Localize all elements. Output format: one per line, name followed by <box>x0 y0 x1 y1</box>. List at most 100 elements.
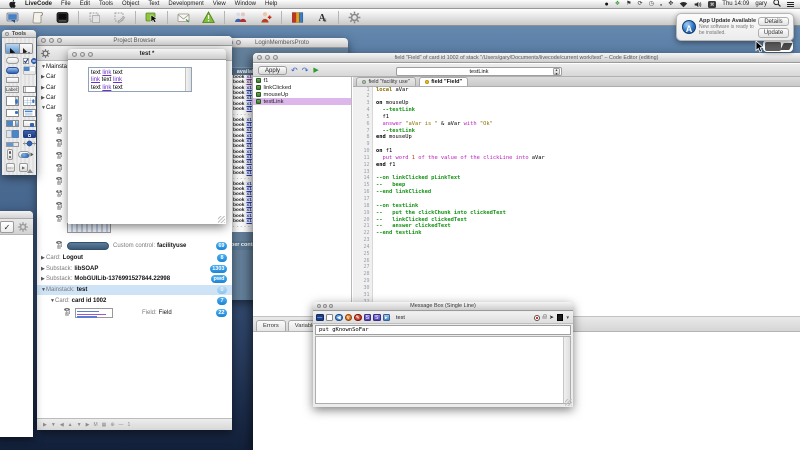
tab-panel-tool[interactable] <box>23 66 36 75</box>
edit-script-icon[interactable]: ✎ <box>354 314 362 322</box>
combo-box-tool[interactable] <box>23 120 36 127</box>
sync-green-icon[interactable]: ❖ <box>615 0 620 9</box>
details-button[interactable]: Details <box>758 17 789 27</box>
dictionary-icon[interactable] <box>291 11 304 24</box>
control-row-icons[interactable] <box>55 177 63 185</box>
menu-item-livecode[interactable]: LiveCode <box>25 1 52 7</box>
fonts-icon[interactable]: Aa <box>316 11 329 24</box>
field-scrollbar[interactable] <box>185 68 191 91</box>
text-link[interactable]: link <box>91 77 100 83</box>
code-line[interactable]: 16--end linkClicked <box>353 189 800 196</box>
label-tool[interactable]: Label: <box>5 86 19 93</box>
code-line[interactable]: 18--on testLink <box>353 203 800 210</box>
notification-banner[interactable]: App Update Available New software is rea… <box>676 13 794 41</box>
project-browser-statusbar[interactable]: ▶▼◀▲▼▶M▦⊕—1 <box>37 418 232 430</box>
control-row-icons[interactable] <box>55 202 63 210</box>
scrollbar-tool[interactable] <box>18 150 36 159</box>
code-line[interactable]: 4 --testLink <box>353 107 800 114</box>
stack-name-label[interactable]: test <box>396 315 405 321</box>
notification-center-icon[interactable] <box>787 2 794 7</box>
stack-files-icon[interactable]: ▸ <box>383 314 391 322</box>
palette-resize-icon[interactable] <box>27 169 33 173</box>
search-icon[interactable] <box>773 0 781 9</box>
time-machine-icon[interactable]: ◷ <box>649 0 654 9</box>
message-box-titlebar[interactable]: Message Box (Single Line) <box>313 302 573 311</box>
code-line[interactable]: 5 f1 <box>353 114 800 121</box>
lock-icon[interactable] <box>57 143 62 147</box>
tree-row-libsoap[interactable]: ▶ Substack:libSOAP 1303 <box>37 264 232 275</box>
statusbar-icon[interactable]: ▦ <box>102 422 107 428</box>
text-link[interactable]: link <box>102 85 111 91</box>
radio-tool[interactable] <box>31 58 37 64</box>
message-box-icon[interactable] <box>56 11 69 24</box>
dark-button-tool[interactable] <box>23 130 36 138</box>
text-link[interactable]: link <box>113 77 122 83</box>
code-line[interactable]: 30 <box>353 285 800 292</box>
lock-icon[interactable] <box>57 156 62 160</box>
multi-line-icon[interactable] <box>326 314 334 322</box>
front-script-icon[interactable]: S <box>364 314 372 322</box>
field-text[interactable]: text link textlink text linktext link te… <box>89 68 185 91</box>
minimize-button[interactable] <box>265 55 270 60</box>
lock-icon[interactable] <box>57 118 62 122</box>
gear-icon[interactable] <box>41 49 50 58</box>
field-tool[interactable] <box>6 96 19 106</box>
lock-icon[interactable] <box>57 181 62 185</box>
code-line[interactable]: 17 <box>353 196 800 203</box>
zoom-button[interactable] <box>329 304 333 308</box>
apple-icon[interactable] <box>9 0 16 8</box>
tutorials-icon[interactable] <box>259 11 272 24</box>
test-window-titlebar[interactable]: test * <box>68 49 226 60</box>
zoom-button[interactable] <box>57 38 62 43</box>
control-row-icons[interactable] <box>55 114 63 122</box>
progress-bar-tool[interactable] <box>6 142 19 147</box>
tree-row-logout[interactable]: ▶ Card:Logout 8 <box>37 253 232 264</box>
graphic-tool-1[interactable]: ▭○ <box>6 163 15 172</box>
pb-window-controls[interactable] <box>41 38 62 43</box>
control-row-icons[interactable] <box>55 127 63 135</box>
resize-grip[interactable] <box>565 399 572 406</box>
menu-item-view[interactable]: View <box>213 1 226 7</box>
gear-icon[interactable] <box>16 221 30 233</box>
lock-icon[interactable] <box>65 312 70 316</box>
statusbar-icon[interactable]: — <box>119 422 124 428</box>
close-button[interactable] <box>5 32 9 36</box>
code-line[interactable]: 21-- answer clickedText <box>353 223 800 230</box>
menu-item-development[interactable]: Development <box>168 1 203 7</box>
list-field-tool[interactable] <box>23 109 36 117</box>
script-tab[interactable]: field "facility use" <box>356 77 416 86</box>
tree-row-mobguilib-1376991527844-22998[interactable]: ▶ Substack:MobGUILib-1376991527844.22998… <box>37 274 232 285</box>
code-line[interactable]: 24 <box>353 244 800 251</box>
back-script-icon[interactable]: S <box>373 314 381 322</box>
control-row-icons[interactable] <box>55 152 63 160</box>
statusbar-icon[interactable]: ⊕ <box>110 422 114 428</box>
project-browser-titlebar[interactable]: Project Browser <box>37 36 232 46</box>
lock-icon[interactable] <box>57 245 62 249</box>
lock-icon[interactable] <box>57 131 62 135</box>
wifi-icon[interactable] <box>679 1 688 8</box>
menu-item-help[interactable]: Help <box>265 1 277 7</box>
chevron-down-icon[interactable]: ▼ <box>566 315 570 320</box>
statusbar-icon[interactable]: M <box>93 422 97 428</box>
sample-stacks-icon[interactable] <box>234 11 247 24</box>
control-row-icons[interactable] <box>55 215 63 223</box>
mb-window-controls[interactable] <box>317 304 333 308</box>
stepper-icon[interactable]: ▲▼ <box>553 68 560 75</box>
code-line[interactable]: 15-- beep <box>353 182 800 189</box>
universal-access-icon[interactable]: ✥ <box>668 0 673 9</box>
statusbar-icon[interactable]: ▲ <box>68 422 73 428</box>
stepper-tool[interactable] <box>7 149 13 160</box>
paste-icon[interactable] <box>113 11 126 24</box>
volume-icon[interactable] <box>694 1 702 8</box>
code-line[interactable]: 29 <box>353 278 800 285</box>
ce-window-controls[interactable] <box>257 55 278 60</box>
code-line[interactable]: 19-- put the clickChunk into clickedText <box>353 210 800 217</box>
code-area[interactable]: 1local aVar23on mouseUp4 --testLink5 f16… <box>353 87 800 317</box>
new-stack-icon[interactable] <box>6 11 19 24</box>
redo-icon[interactable]: ↷ <box>302 66 309 75</box>
code-line[interactable]: 31 <box>353 292 800 299</box>
code-line[interactable]: 20-- linkClicked clickedText <box>353 217 800 224</box>
book-list[interactable]: bookx1bookx1bookx1bookx1bookx1bookx1book… <box>232 75 254 232</box>
handler-item-f1[interactable]: f1 <box>253 77 351 84</box>
minimize-button[interactable] <box>49 38 54 43</box>
